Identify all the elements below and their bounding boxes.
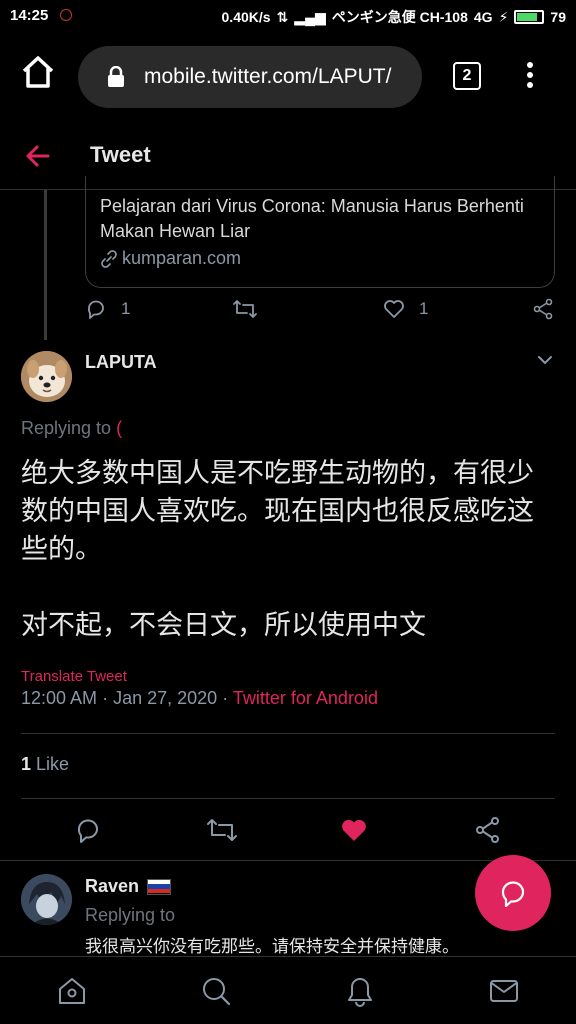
- like-label: Like: [36, 754, 70, 774]
- browser-toolbar: mobile.twitter.com/LAPUT/ 2: [0, 32, 576, 122]
- charging-icon: ⚡: [498, 8, 509, 25]
- notifications-icon[interactable]: [344, 975, 376, 1007]
- reply-icon: [87, 300, 104, 319]
- reply-replying-to: Replying to: [85, 905, 176, 925]
- reply-author[interactable]: Raven: [85, 876, 172, 897]
- status-time: 14:25: [10, 7, 49, 24]
- divider: [21, 733, 555, 734]
- link-card-domain: kumparan.com: [100, 248, 241, 269]
- back-arrow-icon[interactable]: [24, 142, 52, 170]
- link-icon: [101, 249, 117, 268]
- retweet-icon: [233, 300, 257, 318]
- divider: [21, 798, 555, 799]
- heart-icon: [384, 300, 404, 318]
- tweet-meta: 12:00 AM · Jan 27, 2020 · Twitter for An…: [21, 688, 378, 709]
- retweet-icon[interactable]: [206, 816, 238, 844]
- prev-like-button[interactable]: 1: [383, 298, 428, 320]
- reply-avatar[interactable]: [21, 874, 72, 925]
- tweet-actions: [0, 810, 576, 850]
- tweet-source[interactable]: Twitter for Android: [233, 688, 378, 708]
- address-bar[interactable]: mobile.twitter.com/LAPUT/: [78, 46, 422, 108]
- url-text: mobile.twitter.com/LAPUT/: [144, 65, 392, 88]
- network-type: 4G: [473, 9, 493, 25]
- compose-reply-icon: [501, 881, 525, 907]
- tweet-time: 12:00 AM: [21, 688, 98, 708]
- replying-to: Replying to (: [21, 418, 122, 439]
- link-card[interactable]: Pelajaran dari Virus Corona: Manusia Har…: [85, 176, 555, 288]
- russia-flag-icon: [147, 878, 172, 895]
- prev-reply-button[interactable]: 1: [85, 298, 130, 320]
- avatar-dog-image: [21, 351, 72, 402]
- tweet-date: Jan 27, 2020: [113, 688, 218, 708]
- like-count: 1: [21, 754, 32, 774]
- share-icon[interactable]: [474, 816, 502, 844]
- heart-filled-icon[interactable]: [340, 816, 368, 844]
- prev-like-count: 1: [419, 299, 429, 318]
- bottom-navigation: [0, 956, 576, 1024]
- home-icon[interactable]: [56, 975, 88, 1007]
- status-indicators: 0.40K/s ⇅ ▂▄▆ ペンギン急便 CH-108 4G ⚡ 79: [222, 7, 566, 27]
- translate-tweet-link[interactable]: Translate Tweet: [21, 668, 127, 685]
- home-icon[interactable]: [20, 54, 56, 90]
- status-bar: 14:25 0.40K/s ⇅ ▂▄▆ ペンギン急便 CH-108 4G ⚡ 7…: [0, 0, 576, 32]
- like-stats[interactable]: 1 Like: [21, 754, 69, 775]
- messages-icon[interactable]: [488, 975, 520, 1007]
- tweet-text: 绝大多数中国人是不吃野生动物的，有很少数的中国人喜欢吃。现在国内也很反感吃这些的…: [21, 458, 534, 641]
- link-card-title: Pelajaran dari Virus Corona: Manusia Har…: [100, 196, 524, 241]
- prev-retweet-button[interactable]: [232, 298, 258, 320]
- reply-author-name: Raven: [85, 876, 140, 896]
- author-name[interactable]: LAPUTA: [85, 352, 157, 373]
- overflow-menu-icon[interactable]: [520, 62, 540, 92]
- battery-icon: [514, 10, 545, 24]
- meta-separator: ·: [102, 688, 109, 708]
- prev-share-button[interactable]: [532, 298, 554, 320]
- replying-label: Replying to: [21, 418, 112, 438]
- network-speed: 0.40K/s: [221, 9, 271, 25]
- prev-reply-count: 1: [121, 299, 131, 318]
- reply-icon[interactable]: [74, 816, 102, 844]
- link-domain-text: kumparan.com: [122, 248, 242, 268]
- search-icon[interactable]: [200, 975, 232, 1007]
- chevron-down-icon[interactable]: [536, 353, 554, 367]
- prev-tweet-actions: 1 1: [85, 298, 560, 328]
- lock-icon: [108, 66, 124, 87]
- compose-button[interactable]: [475, 855, 551, 931]
- reply-text: 我很高兴你没有吃那些。请保持安全并保持健康。: [85, 937, 459, 957]
- battery-level: 79: [550, 9, 566, 25]
- divider: [0, 860, 576, 861]
- thread-line: [44, 190, 47, 340]
- tab-switcher-button[interactable]: 2: [453, 62, 481, 90]
- avatar-character-image: [21, 874, 72, 925]
- notification-dot-icon: [60, 9, 72, 21]
- data-arrows-icon: ⇅: [276, 8, 289, 25]
- page-title: Tweet: [90, 142, 151, 167]
- signal-icon: ▂▄▆: [294, 8, 326, 25]
- share-icon: [533, 298, 553, 320]
- meta-separator: ·: [222, 688, 229, 708]
- avatar[interactable]: [21, 351, 72, 402]
- carrier-name: ペンギン急便 CH-108: [331, 9, 468, 25]
- replying-mention[interactable]: (: [116, 418, 122, 438]
